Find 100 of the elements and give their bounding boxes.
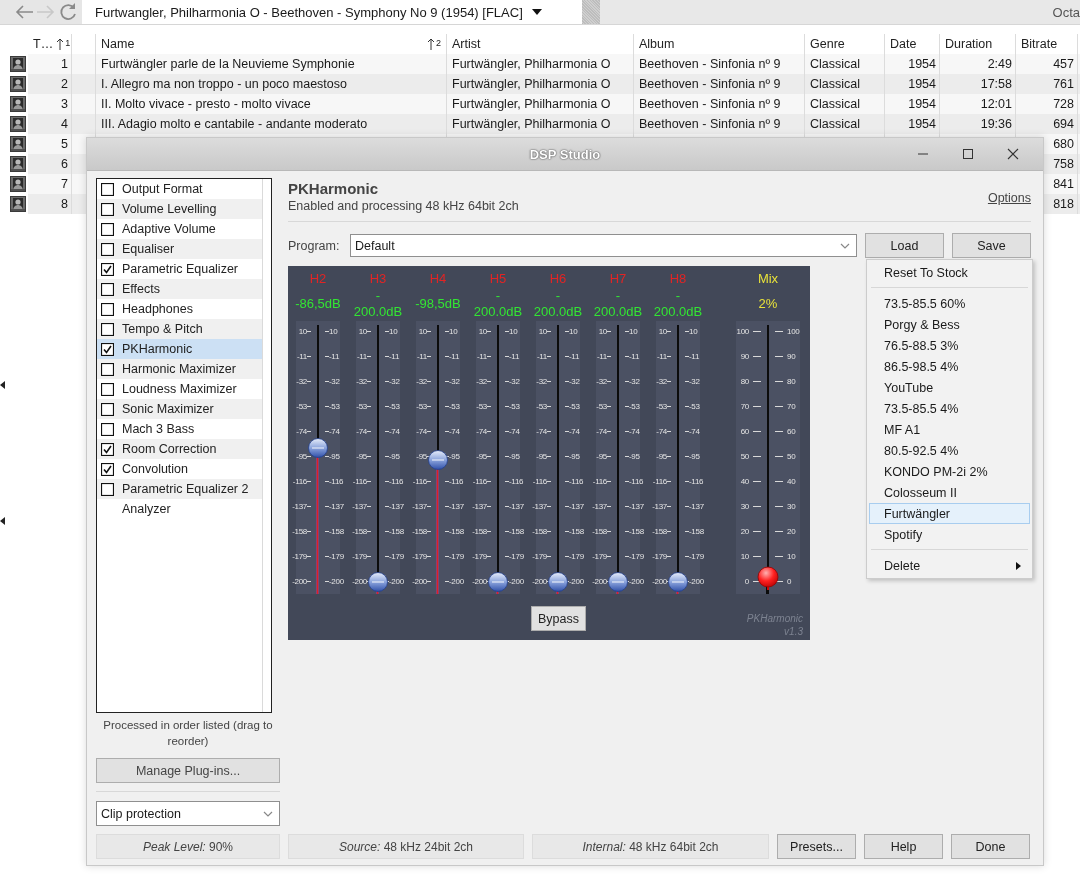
tick-label: -53 [689, 402, 701, 411]
manage-plugins-button[interactable]: Manage Plug-ins... [96, 758, 280, 783]
menu-item[interactable]: 76.5-88.5 3% [869, 335, 1030, 356]
collapse-arrow-icon[interactable] [0, 381, 5, 389]
column-header[interactable]: Duration [945, 37, 993, 51]
plugin-item[interactable]: Harmonic Maximizer [97, 359, 262, 379]
menu-item[interactable]: YouTube [869, 377, 1030, 398]
menu-item[interactable]: Reset To Stock [869, 262, 1030, 283]
menu-item[interactable]: Colosseum II [869, 482, 1030, 503]
checkbox[interactable] [101, 342, 114, 356]
program-button[interactable]: Load [865, 233, 944, 258]
checkbox[interactable] [101, 482, 114, 496]
checkbox[interactable] [101, 442, 114, 456]
slider-thumb[interactable] [368, 572, 388, 592]
tab-label[interactable]: Octa [1052, 4, 1080, 20]
program-button[interactable]: Save [952, 233, 1031, 258]
slider-thumb[interactable] [668, 572, 688, 592]
plugin-item[interactable]: PKHarmonic [97, 339, 262, 359]
plugin-label: Adaptive Volume [122, 222, 216, 236]
collapse-arrow-icon[interactable] [0, 517, 5, 525]
tick-label: 40 [739, 477, 749, 486]
plugin-item[interactable]: Equaliser [97, 239, 262, 259]
menu-item[interactable]: 73.5-85.5 4% [869, 398, 1030, 419]
tick-label: -32 [629, 377, 641, 386]
menu-item[interactable]: 80.5-92.5 4% [869, 440, 1030, 461]
checkbox[interactable] [101, 302, 114, 316]
slider-thumb[interactable] [548, 572, 568, 592]
column-header[interactable]: Genre [810, 37, 845, 51]
tick-label: -74 [449, 427, 461, 436]
tick-label: 100 [735, 327, 749, 336]
tick-label: -53 [355, 402, 367, 411]
menu-item[interactable]: Delete [869, 555, 1030, 576]
tick-label: -95 [295, 452, 307, 461]
checkbox[interactable] [101, 422, 114, 436]
program-select[interactable]: Default [350, 234, 857, 257]
column-header[interactable]: Artist [452, 37, 481, 51]
column-header[interactable]: Bitrate [1021, 37, 1058, 51]
tick-label: -74 [595, 427, 607, 436]
clip-protection-select[interactable]: Clip protection [96, 801, 280, 826]
checkbox[interactable] [101, 202, 114, 216]
checkbox[interactable] [101, 402, 114, 416]
slider-track[interactable]: 100 100 90 90 80 80 70 70 60 60 50 50 40 40 30 30 20 20 10 10 0 0 [736, 321, 800, 594]
slider-thumb[interactable] [756, 566, 780, 590]
slider-thumb[interactable] [308, 438, 328, 458]
slider-thumb[interactable] [428, 450, 448, 470]
plugin-item[interactable]: Room Correction [97, 439, 262, 459]
dialog-button[interactable]: Help [864, 834, 943, 859]
menu-item[interactable]: Spotify [869, 524, 1030, 545]
plugin-item[interactable]: Sonic Maximizer [97, 399, 262, 419]
tick-label: 0 [787, 577, 793, 586]
status-field: Source: 48 kHz 24bit 2ch [288, 834, 524, 859]
slider-value: -98,5dB [415, 295, 461, 312]
checkbox[interactable] [101, 282, 114, 296]
tick-label: -11 [329, 352, 341, 361]
dialog-button[interactable]: Done [951, 834, 1030, 859]
plugin-item[interactable]: Volume Levelling [97, 199, 262, 219]
checkbox[interactable] [101, 362, 114, 376]
tick-label: -11 [595, 352, 607, 361]
column-header[interactable]: Date [890, 37, 917, 51]
checkbox[interactable] [101, 322, 114, 336]
menu-item[interactable]: MF A1 [869, 419, 1030, 440]
tick-label: -32 [569, 377, 581, 386]
close-icon[interactable] [1007, 148, 1019, 160]
plugin-item[interactable]: Effects [97, 279, 262, 299]
tick-label: -74 [629, 427, 641, 436]
menu-item[interactable]: 86.5-98.5 4% [869, 356, 1030, 377]
menu-item[interactable]: Porgy & Bess [869, 314, 1030, 335]
refresh-icon[interactable] [58, 2, 78, 22]
caret-icon[interactable] [530, 8, 543, 16]
plugin-item[interactable]: Tempo & Pitch [97, 319, 262, 339]
bypass-button[interactable]: Bypass [531, 606, 586, 631]
column-header[interactable]: Name [101, 37, 135, 51]
slider-thumb[interactable] [608, 572, 628, 592]
menu-item[interactable]: Furtwängler [869, 503, 1030, 524]
checkbox[interactable] [101, 462, 114, 476]
checkbox[interactable] [101, 382, 114, 396]
tick-label: -32 [535, 377, 547, 386]
tick-label: -11 [389, 352, 401, 361]
checkbox[interactable] [101, 262, 114, 276]
tick-label: 10 [597, 327, 607, 336]
checkbox[interactable] [101, 222, 114, 236]
checkbox[interactable] [101, 242, 114, 256]
plugin-label: Output Format [122, 182, 203, 196]
plugin-label: Parametric Equalizer 2 [122, 482, 249, 496]
tick-label: 20 [787, 527, 797, 536]
slider-thumb[interactable] [488, 572, 508, 592]
tick-label: 50 [787, 452, 797, 461]
slider-label: H5 [489, 272, 507, 286]
plugin-name: PKHarmonic [746, 612, 803, 625]
menu-item[interactable]: KONDO PM-2i 2% [869, 461, 1030, 482]
dialog-button[interactable]: Presets... [777, 834, 856, 859]
plugin-item[interactable]: Parametric Equalizer 2 [97, 479, 262, 499]
tick-label: -11 [415, 352, 427, 361]
maximize-icon[interactable] [962, 148, 974, 160]
menu-item[interactable]: 73.5-85.5 60% [869, 293, 1030, 314]
tick-label: 90 [787, 352, 797, 361]
column-header[interactable]: T… [33, 37, 54, 51]
column-header[interactable]: Album [639, 37, 675, 51]
tick-label: 10 [329, 327, 339, 336]
checkbox[interactable] [101, 182, 114, 196]
